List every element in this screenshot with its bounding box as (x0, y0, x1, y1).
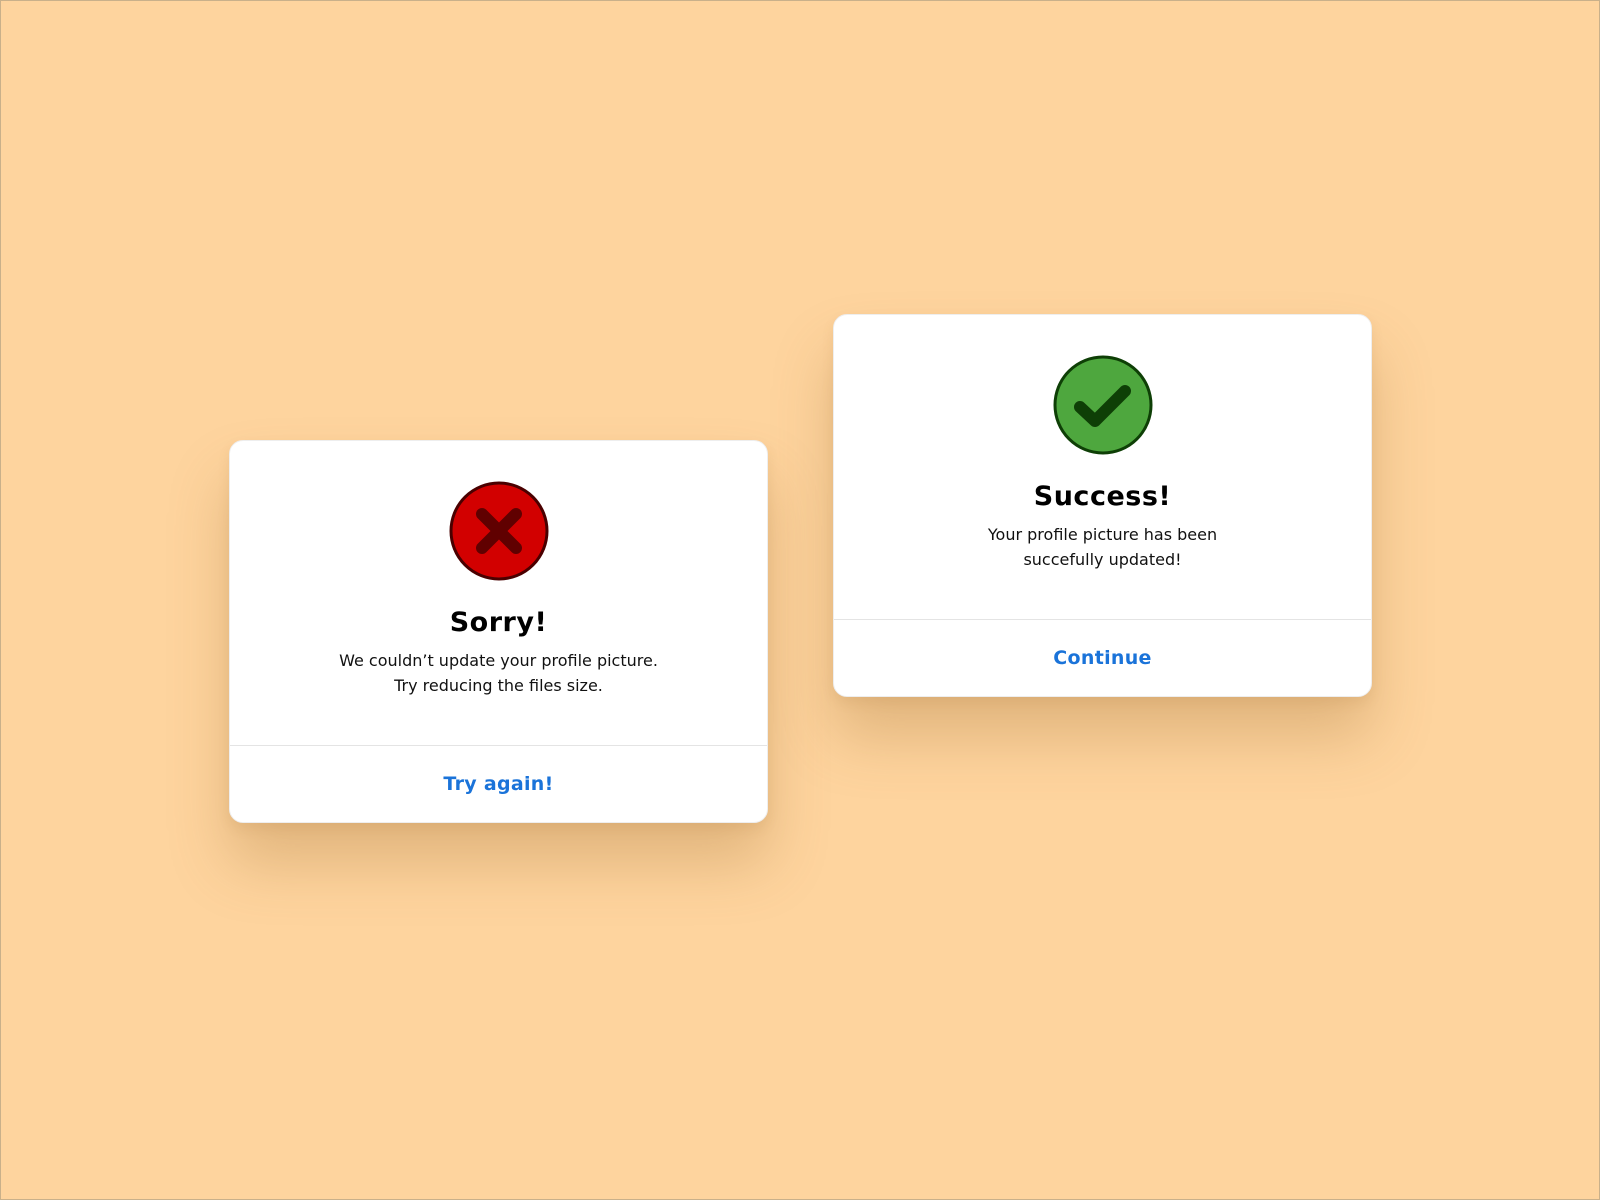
error-x-circle-icon (449, 481, 549, 581)
try-again-button[interactable]: Try again! (230, 746, 767, 822)
success-dialog-message-line-2: succefully updated! (1023, 550, 1182, 569)
error-dialog-message: We couldn’t update your profile picture.… (230, 648, 767, 698)
success-dialog: Success! Your profile picture has been s… (833, 314, 1372, 697)
success-dialog-message-line-1: Your profile picture has been (987, 525, 1218, 544)
error-dialog-message-line-1: We couldn’t update your profile picture. (339, 651, 658, 670)
error-dialog-title: Sorry! (449, 607, 548, 638)
success-dialog-message: Your profile picture has been succefully… (834, 522, 1371, 572)
error-dialog: Sorry! We couldn’t update your profile p… (229, 440, 768, 823)
canvas: Sorry! We couldn’t update your profile p… (0, 0, 1600, 1200)
error-dialog-message-line-2: Try reducing the files size. (394, 676, 603, 695)
continue-button[interactable]: Continue (834, 620, 1371, 696)
success-dialog-title: Success! (1033, 481, 1172, 512)
success-check-circle-icon (1053, 355, 1153, 455)
